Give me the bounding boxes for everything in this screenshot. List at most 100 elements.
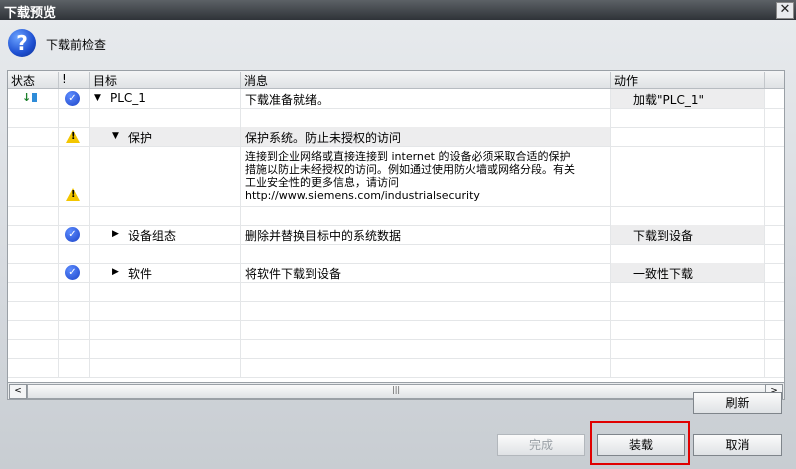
status-cell: ↓ xyxy=(8,89,59,108)
action-text: 一致性下载 xyxy=(633,267,694,281)
bang-cell xyxy=(59,358,90,377)
target-label: PLC_1 xyxy=(110,91,146,105)
collapse-arrow-icon[interactable]: ▼ xyxy=(112,131,119,141)
target-cell xyxy=(90,282,241,301)
filler-cell xyxy=(765,263,784,282)
table-row xyxy=(8,244,784,264)
cancel-button[interactable]: 取消 xyxy=(693,434,782,456)
scroll-left-icon[interactable]: < xyxy=(9,384,27,399)
status-cell xyxy=(8,108,59,127)
filler-cell xyxy=(765,301,784,320)
horizontal-scrollbar[interactable]: < ||| > xyxy=(7,382,785,400)
warning-icon: ! xyxy=(66,130,80,143)
bang-cell: ! xyxy=(59,146,90,206)
column-header-action[interactable]: 动作 xyxy=(611,72,765,88)
action-cell xyxy=(611,108,765,127)
bang-cell: ✓ xyxy=(59,225,90,244)
message-text: 将软件下载到设备 xyxy=(245,267,342,281)
target-cell xyxy=(90,206,241,225)
action-cell xyxy=(611,206,765,225)
filler-cell xyxy=(765,89,784,108)
warning-icon: ! xyxy=(66,188,80,201)
status-cell xyxy=(8,301,59,320)
table-header: 状态 ! 目标 消息 动作 xyxy=(8,71,784,89)
table-row xyxy=(8,206,784,226)
check-header-label: 下载前检查 xyxy=(46,38,107,52)
status-cell xyxy=(8,339,59,358)
bang-cell xyxy=(59,206,90,225)
message-cell: 下载准备就绪。 xyxy=(241,89,611,108)
filler-cell xyxy=(765,206,784,225)
target-label: 设备组态 xyxy=(128,229,177,243)
action-cell xyxy=(611,244,765,263)
bang-cell xyxy=(59,301,90,320)
target-cell: ▶ 软件 xyxy=(90,263,241,282)
refresh-button[interactable]: 刷新 xyxy=(693,392,782,414)
table-row[interactable]: ! 连接到企业网络或直接连接到 internet 的设备必须采取合适的保护 措施… xyxy=(8,146,784,207)
question-icon: ? xyxy=(8,29,36,57)
action-select[interactable]: 下载到设备 xyxy=(611,225,765,244)
action-cell xyxy=(611,282,765,301)
status-cell xyxy=(8,358,59,377)
bang-cell: ✓ xyxy=(59,263,90,282)
message-text: 下载准备就绪。 xyxy=(245,93,330,107)
action-cell xyxy=(611,320,765,339)
download-preview-dialog: 下载预览 ✕ ? 下载前检查 状态 ! 目标 消息 动作 ↓ ✓ ▼ PLC_1… xyxy=(0,0,796,469)
table-row xyxy=(8,320,784,340)
status-cell xyxy=(8,146,59,206)
security-message: 连接到企业网络或直接连接到 internet 的设备必须采取合适的保护 措施以防… xyxy=(245,150,575,202)
filler-cell xyxy=(765,146,784,206)
message-text: 保护系统。防止未授权的访问 xyxy=(245,131,402,145)
collapse-arrow-icon[interactable]: ▼ xyxy=(94,93,101,103)
filler-cell xyxy=(765,108,784,127)
scroll-thumb[interactable]: ||| xyxy=(27,384,766,399)
table-row[interactable]: ✓ ▶ 软件 将软件下载到设备 一致性下载 xyxy=(8,263,784,283)
column-header-target[interactable]: 目标 xyxy=(90,72,241,88)
action-select[interactable]: 加载"PLC_1" xyxy=(611,89,765,108)
table-row[interactable]: ↓ ✓ ▼ PLC_1 下载准备就绪。 加载"PLC_1" xyxy=(8,89,784,109)
grip-icon: ||| xyxy=(392,385,401,394)
dialog-title: 下载预览 xyxy=(4,6,57,21)
target-label: 软件 xyxy=(128,267,153,281)
filler-cell xyxy=(765,339,784,358)
target-cell xyxy=(90,358,241,377)
message-cell xyxy=(241,339,611,358)
status-cell xyxy=(8,127,59,146)
column-header-status[interactable]: 状态 xyxy=(8,72,59,88)
bang-cell: ! xyxy=(59,127,90,146)
filler-cell xyxy=(765,244,784,263)
column-header-message[interactable]: 消息 xyxy=(241,72,611,88)
target-label: 保护 xyxy=(128,131,153,145)
target-cell xyxy=(90,244,241,263)
filler-cell xyxy=(765,320,784,339)
status-cell xyxy=(8,282,59,301)
table-row[interactable]: ✓ ▶ 设备组态 删除并替换目标中的系统数据 下载到设备 xyxy=(8,225,784,245)
action-select[interactable]: 一致性下载 xyxy=(611,263,765,282)
message-cell xyxy=(241,108,611,127)
target-cell: ▼ PLC_1 xyxy=(90,89,241,108)
message-cell xyxy=(241,206,611,225)
title-bar: 下载预览 ✕ xyxy=(0,0,796,21)
status-cell xyxy=(8,206,59,225)
close-icon[interactable]: ✕ xyxy=(776,2,794,19)
filler-cell xyxy=(765,127,784,146)
expand-arrow-icon[interactable]: ▶ xyxy=(112,229,119,239)
action-cell xyxy=(611,339,765,358)
action-cell xyxy=(611,358,765,377)
column-header-bang[interactable]: ! xyxy=(59,72,90,88)
target-cell xyxy=(90,146,241,206)
filler-cell xyxy=(765,282,784,301)
target-cell: ▶ 设备组态 xyxy=(90,225,241,244)
target-cell xyxy=(90,320,241,339)
finish-button[interactable]: 完成 xyxy=(497,434,585,456)
ok-icon: ✓ xyxy=(65,265,80,280)
table-row[interactable]: ! ▼ 保护 保护系统。防止未授权的访问 xyxy=(8,127,784,147)
filler-cell xyxy=(765,225,784,244)
message-cell xyxy=(241,301,611,320)
preview-table: 状态 ! 目标 消息 动作 ↓ ✓ ▼ PLC_1 下载准备就绪。 加载"PLC… xyxy=(7,70,785,384)
message-cell: 将软件下载到设备 xyxy=(241,263,611,282)
message-cell xyxy=(241,282,611,301)
expand-arrow-icon[interactable]: ▶ xyxy=(112,267,119,277)
table-row xyxy=(8,282,784,302)
message-cell xyxy=(241,320,611,339)
